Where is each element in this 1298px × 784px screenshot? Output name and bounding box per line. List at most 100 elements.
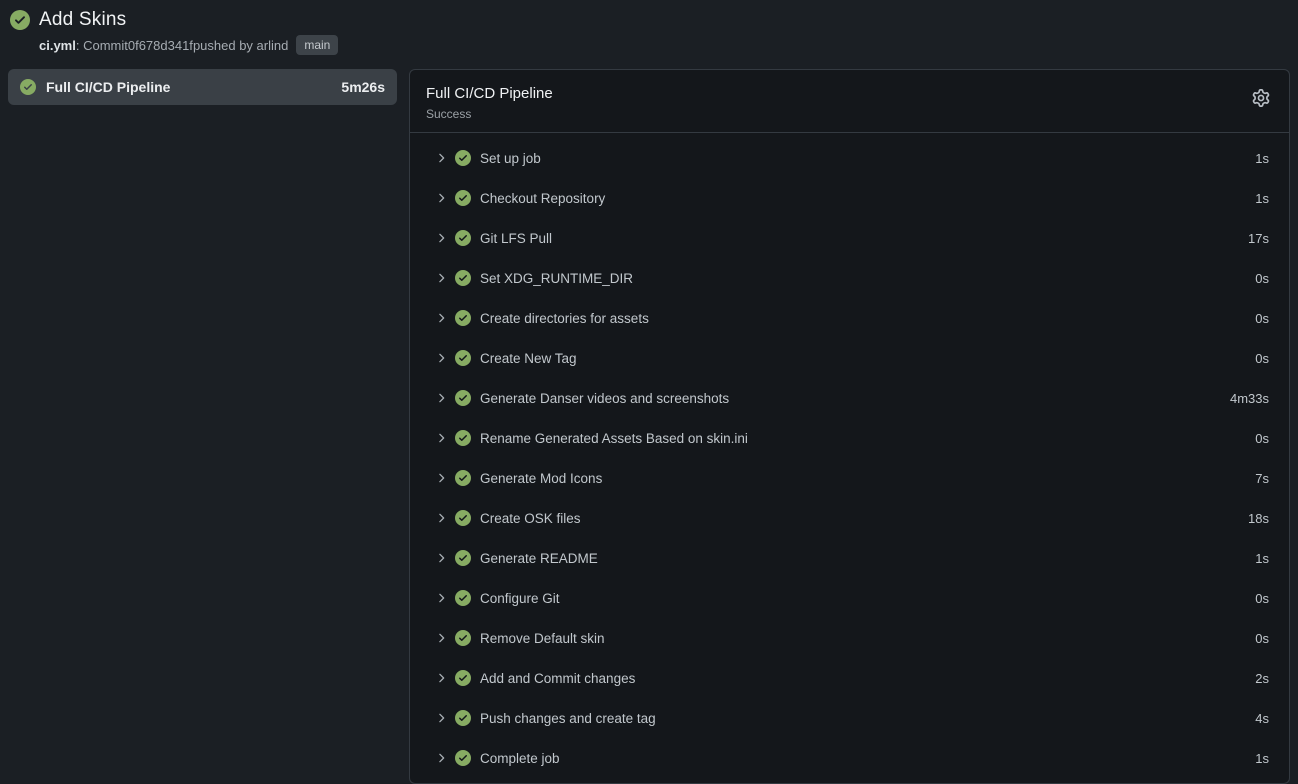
step-status-success-icon [455,310,471,326]
job-item-full-ci-cd-pipeline[interactable]: Full CI/CD Pipeline 5m26s [8,69,397,105]
step-name: Create OSK files [480,511,1236,526]
run-header: Add Skins ci.yml: Commit 0f678d341f push… [8,6,1290,55]
workflow-file-label: ci.yml [39,37,76,54]
step-duration: 4m33s [1230,391,1269,406]
run-title-row: Add Skins [10,6,1290,34]
chevron-right-icon[interactable] [434,311,448,325]
chevron-right-icon[interactable] [434,191,448,205]
chevron-right-icon[interactable] [434,231,448,245]
step-row[interactable]: Complete job 1s [410,738,1289,778]
step-row[interactable]: Remove Default skin 0s [410,618,1289,658]
commit-text-after: pushed by arlind [193,37,288,54]
chevron-right-icon[interactable] [434,551,448,565]
step-duration: 18s [1248,511,1269,526]
gear-icon [1252,89,1270,107]
step-row[interactable]: Push changes and create tag 4s [410,698,1289,738]
branch-badge[interactable]: main [296,35,338,55]
step-status-success-icon [455,270,471,286]
jobs-sidebar: Full CI/CD Pipeline 5m26s [8,69,397,784]
step-row[interactable]: Generate Danser videos and screenshots 4… [410,378,1289,418]
job-panel-header: Full CI/CD Pipeline Success [410,70,1289,132]
step-status-success-icon [455,150,471,166]
step-duration: 7s [1255,471,1269,486]
step-status-success-icon [455,590,471,606]
step-duration: 1s [1255,151,1269,166]
step-status-success-icon [455,350,471,366]
chevron-right-icon[interactable] [434,351,448,365]
step-row[interactable]: Configure Git 0s [410,578,1289,618]
step-row[interactable]: Generate README 1s [410,538,1289,578]
job-detail-panel: Full CI/CD Pipeline Success [409,69,1290,784]
step-duration: 2s [1255,671,1269,686]
job-settings-button[interactable] [1251,88,1271,108]
job-duration: 5m26s [341,79,385,95]
step-row[interactable]: Add and Commit changes 2s [410,658,1289,698]
step-status-success-icon [455,230,471,246]
step-name: Set XDG_RUNTIME_DIR [480,271,1243,286]
chevron-right-icon[interactable] [434,271,448,285]
step-name: Checkout Repository [480,191,1243,206]
chevron-right-icon[interactable] [434,671,448,685]
step-duration: 0s [1255,271,1269,286]
step-row[interactable]: Set up job 1s [410,138,1289,178]
step-name: Add and Commit changes [480,671,1243,686]
step-status-success-icon [455,750,471,766]
chevron-right-icon[interactable] [434,471,448,485]
step-name: Push changes and create tag [480,711,1243,726]
step-status-success-icon [455,470,471,486]
step-duration: 0s [1255,311,1269,326]
run-status-success-icon [10,10,30,30]
commit-text-before: : Commit [76,37,128,54]
step-duration: 0s [1255,631,1269,646]
step-name: Complete job [480,751,1243,766]
step-duration: 1s [1255,751,1269,766]
step-duration: 0s [1255,591,1269,606]
job-name: Full CI/CD Pipeline [46,79,331,95]
chevron-right-icon[interactable] [434,511,448,525]
actions-run-page: Add Skins ci.yml: Commit 0f678d341f push… [0,0,1298,784]
chevron-right-icon[interactable] [434,151,448,165]
commit-sha: 0f678d341f [128,37,193,54]
step-row[interactable]: Generate Mod Icons 7s [410,458,1289,498]
step-status-success-icon [455,550,471,566]
step-name: Generate README [480,551,1243,566]
step-status-success-icon [455,710,471,726]
step-row[interactable]: Create New Tag 0s [410,338,1289,378]
run-content: Full CI/CD Pipeline 5m26s Full CI/CD Pip… [8,69,1290,784]
chevron-right-icon[interactable] [434,591,448,605]
step-name: Rename Generated Assets Based on skin.in… [480,431,1243,446]
step-name: Configure Git [480,591,1243,606]
step-row[interactable]: Set XDG_RUNTIME_DIR 0s [410,258,1289,298]
step-name: Create New Tag [480,351,1243,366]
job-status-success-icon [20,79,36,95]
step-status-success-icon [455,190,471,206]
step-name: Generate Mod Icons [480,471,1243,486]
chevron-right-icon[interactable] [434,431,448,445]
step-status-success-icon [455,430,471,446]
chevron-right-icon[interactable] [434,631,448,645]
chevron-right-icon[interactable] [434,751,448,765]
step-duration: 0s [1255,351,1269,366]
step-name: Remove Default skin [480,631,1243,646]
chevron-right-icon[interactable] [434,711,448,725]
step-row[interactable]: Create OSK files 18s [410,498,1289,538]
run-title: Add Skins [39,9,126,31]
step-row[interactable]: Git LFS Pull 17s [410,218,1289,258]
step-row[interactable]: Create directories for assets 0s [410,298,1289,338]
step-row[interactable]: Checkout Repository 1s [410,178,1289,218]
step-duration: 1s [1255,551,1269,566]
step-duration: 1s [1255,191,1269,206]
step-name: Set up job [480,151,1243,166]
chevron-right-icon[interactable] [434,391,448,405]
steps-list: Set up job 1s Checkout Repository 1s [410,133,1289,783]
step-row[interactable]: Rename Generated Assets Based on skin.in… [410,418,1289,458]
step-status-success-icon [455,630,471,646]
step-name: Generate Danser videos and screenshots [480,391,1218,406]
step-status-success-icon [455,510,471,526]
step-duration: 4s [1255,711,1269,726]
step-duration: 17s [1248,231,1269,246]
job-panel-title: Full CI/CD Pipeline [426,84,1273,104]
job-panel-status: Success [426,106,1273,122]
run-subtitle: ci.yml: Commit 0f678d341f pushed by arli… [39,35,1290,55]
step-name: Git LFS Pull [480,231,1236,246]
